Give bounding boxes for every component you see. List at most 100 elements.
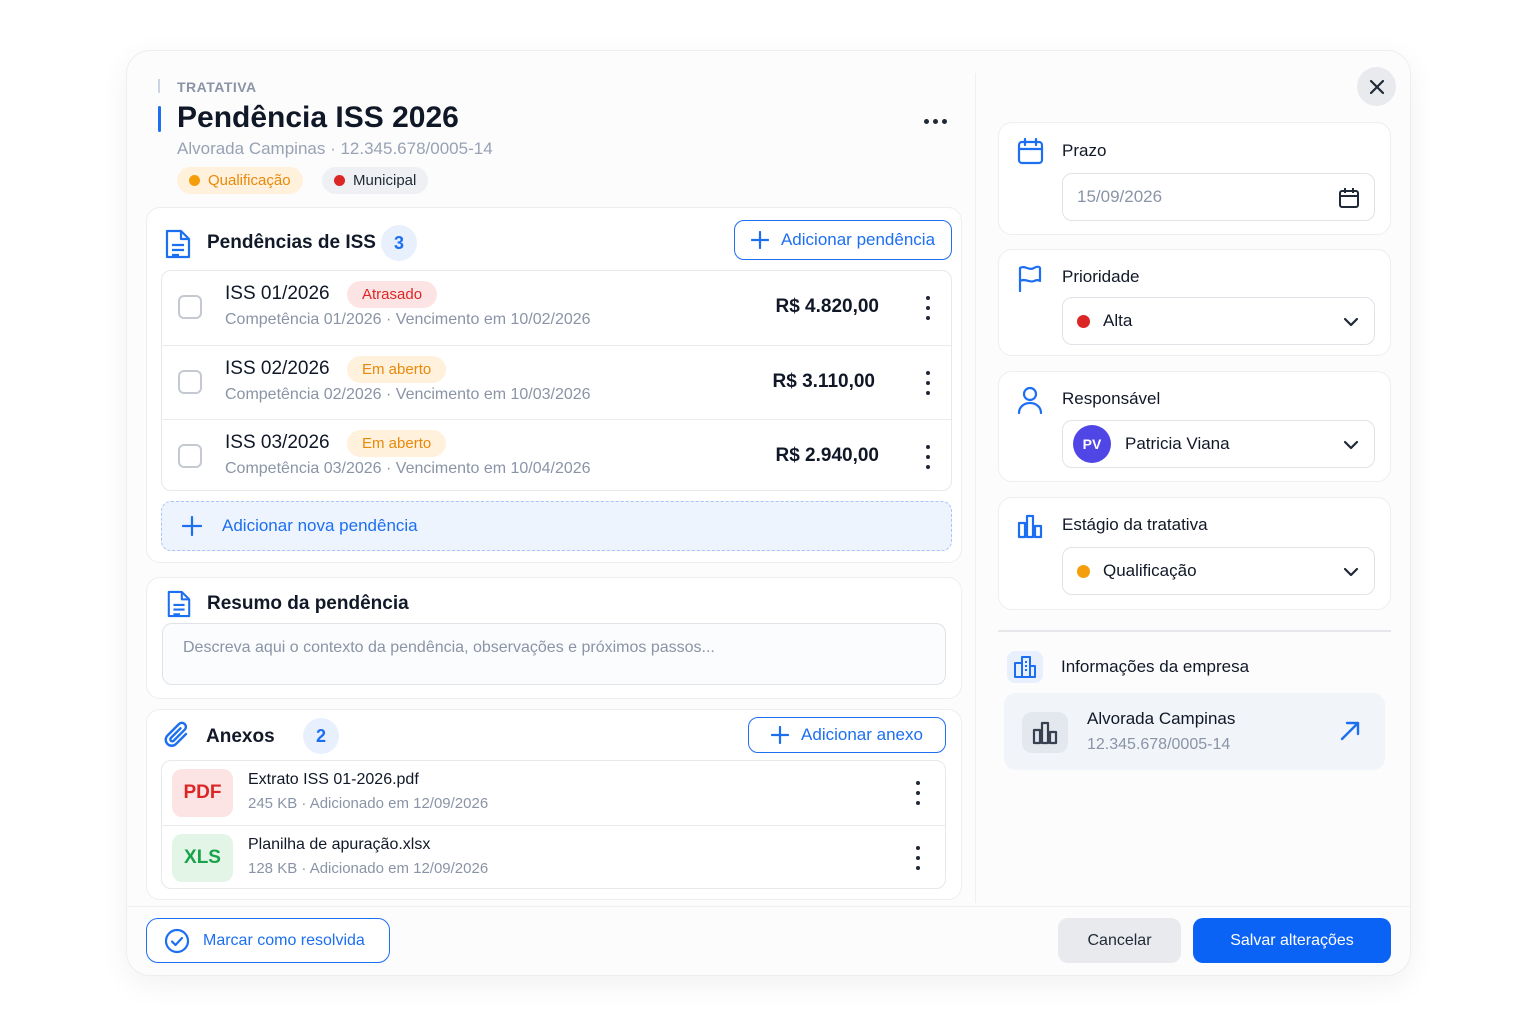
avatar: PV — [1073, 425, 1111, 463]
prazo-card: Prazo 15/09/2026 — [998, 122, 1391, 235]
more-dot-icon — [941, 118, 947, 124]
chevron-down-icon — [1343, 440, 1359, 450]
pendencia-checkbox[interactable] — [178, 370, 202, 394]
pendencia-row[interactable]: ISS 01/2026 Atrasado Competência 01/2026… — [162, 271, 951, 345]
add-new-pendencia-label: Adicionar nova pendência — [222, 516, 418, 535]
file-meta: 245 KB · Adicionado em 12/09/2026 — [248, 795, 489, 812]
file-menu-icon[interactable] — [909, 843, 927, 873]
pendencia-meta: Competência 03/2026 · Vencimento em 10/0… — [225, 460, 591, 477]
chevron-down-icon — [1343, 567, 1359, 577]
scope-tag: Municipal — [322, 167, 429, 194]
prioridade-card: Prioridade Alta — [998, 249, 1391, 356]
prioridade-select[interactable]: Alta — [1062, 297, 1375, 345]
eyebrow-accent — [158, 79, 160, 93]
company-card[interactable]: Alvorada Campinas 12.345.678/0005-14 — [1004, 693, 1385, 770]
prioridade-label: Prioridade — [1062, 267, 1140, 286]
sidebar-divider — [998, 630, 1391, 632]
row-menu-icon[interactable] — [919, 293, 937, 323]
title-accent — [158, 106, 161, 132]
mark-resolved-label: Marcar como resolvida — [203, 931, 365, 949]
prazo-date-input[interactable]: 15/09/2026 — [1062, 173, 1375, 221]
pendencia-value: R$ 4.820,00 — [775, 296, 879, 317]
responsavel-label: Responsável — [1062, 389, 1161, 408]
pendencia-value: R$ 3.110,00 — [772, 371, 875, 392]
pendencia-checkbox[interactable] — [178, 295, 202, 319]
plus-icon — [182, 516, 202, 536]
file-row[interactable]: XLS Planilha de apuração.xlsx 128 KB · A… — [162, 825, 945, 888]
footer-divider — [127, 906, 1410, 907]
xls-file-icon: XLS — [172, 834, 233, 882]
stage-tag-label: Qualificação — [208, 172, 291, 189]
responsavel-select[interactable]: PV Patricia Viana — [1062, 420, 1375, 468]
mark-resolved-button[interactable]: Marcar como resolvida — [146, 918, 390, 963]
flag-icon — [1017, 265, 1043, 293]
company-cnpj: 12.345.678/0005-14 — [1087, 736, 1231, 753]
scope-dot — [334, 175, 345, 186]
pdf-file-icon: PDF — [172, 769, 233, 817]
calendar-icon — [1339, 188, 1359, 208]
file-name: Planilha de apuração.xlsx — [248, 836, 431, 853]
close-button[interactable] — [1357, 67, 1396, 106]
check-circle-icon — [164, 928, 190, 953]
pendencia-row[interactable]: ISS 03/2026 Em aberto Competência 03/202… — [162, 419, 951, 490]
add-pendencia-button[interactable]: Adicionar pendência — [734, 220, 952, 260]
plus-icon — [771, 726, 790, 744]
anexos-list: PDF Extrato ISS 01-2026.pdf 245 KB · Adi… — [161, 760, 946, 889]
responsavel-card: Responsável PV Patricia Viana — [998, 371, 1391, 482]
company-name: Alvorada Campinas — [1087, 709, 1236, 728]
estagio-card: Estágio da tratativa Qualificação — [998, 497, 1391, 610]
stage-dot — [1077, 564, 1090, 578]
anexos-title: Anexos — [206, 726, 275, 747]
external-link-icon[interactable] — [1339, 720, 1361, 742]
pendencia-meta: Competência 02/2026 · Vencimento em 10/0… — [225, 386, 591, 403]
chevron-down-icon — [1343, 317, 1359, 327]
resumo-title: Resumo da pendência — [207, 593, 409, 614]
company-building-icon — [1022, 712, 1068, 753]
pendencia-checkbox[interactable] — [178, 444, 202, 468]
more-options-button[interactable] — [917, 107, 953, 135]
file-row[interactable]: PDF Extrato ISS 01-2026.pdf 245 KB · Adi… — [162, 761, 945, 825]
estagio-select[interactable]: Qualificação — [1062, 547, 1375, 595]
prazo-label: Prazo — [1062, 141, 1107, 160]
document-icon — [166, 589, 192, 619]
pendencia-value: R$ 2.940,00 — [775, 445, 879, 466]
empresa-section-label: Informações da empresa — [1061, 657, 1250, 676]
responsavel-value: Patricia Viana — [1125, 434, 1230, 453]
resumo-textarea[interactable] — [162, 623, 946, 685]
estagio-value: Qualificação — [1103, 561, 1197, 580]
add-new-pendencia-button[interactable]: Adicionar nova pendência — [161, 501, 952, 551]
pendencia-title: ISS 02/2026 — [225, 358, 330, 379]
page-title: Pendência ISS 2026 — [177, 101, 459, 134]
user-icon — [1017, 386, 1043, 414]
row-menu-icon[interactable] — [919, 442, 937, 472]
add-anexo-button[interactable]: Adicionar anexo — [748, 717, 946, 753]
anexos-count-badge: 2 — [303, 718, 339, 754]
eyebrow-label: TRATATIVA — [177, 79, 257, 95]
calendar-icon — [1017, 138, 1044, 165]
scope-tag-label: Municipal — [353, 172, 417, 189]
pendencias-title: Pendências de ISS — [207, 232, 376, 253]
file-name: Extrato ISS 01-2026.pdf — [248, 771, 419, 788]
tratativa-modal: TRATATIVA Pendência ISS 2026 Alvorada Ca… — [126, 50, 1411, 976]
pendencia-row[interactable]: ISS 02/2026 Em aberto Competência 02/202… — [162, 345, 951, 419]
save-button[interactable]: Salvar alterações — [1193, 918, 1391, 963]
cancel-button[interactable]: Cancelar — [1058, 918, 1181, 963]
bar-chart-icon — [1017, 513, 1043, 539]
stage-tag: Qualificação — [177, 167, 303, 194]
building-icon — [1007, 651, 1043, 683]
pendencias-list: ISS 01/2026 Atrasado Competência 01/2026… — [161, 270, 952, 491]
pendencias-card: Pendências de ISS 3 Adicionar pendência … — [146, 207, 962, 563]
page-subtitle: Alvorada Campinas · 12.345.678/0005-14 — [177, 139, 493, 158]
status-badge: Em aberto — [347, 430, 447, 457]
stage-dot — [189, 175, 200, 186]
anexos-card: Anexos 2 Adicionar anexo PDF Extrato ISS… — [146, 709, 962, 900]
pendencia-title: ISS 03/2026 — [225, 432, 330, 453]
row-menu-icon[interactable] — [919, 368, 937, 398]
estagio-label: Estágio da tratativa — [1062, 515, 1208, 534]
column-divider — [975, 73, 976, 903]
pendencia-meta: Competência 01/2026 · Vencimento em 10/0… — [225, 311, 591, 328]
status-badge: Atrasado — [347, 281, 438, 308]
file-menu-icon[interactable] — [909, 778, 927, 808]
close-icon — [1369, 79, 1384, 94]
priority-dot — [1077, 314, 1090, 328]
